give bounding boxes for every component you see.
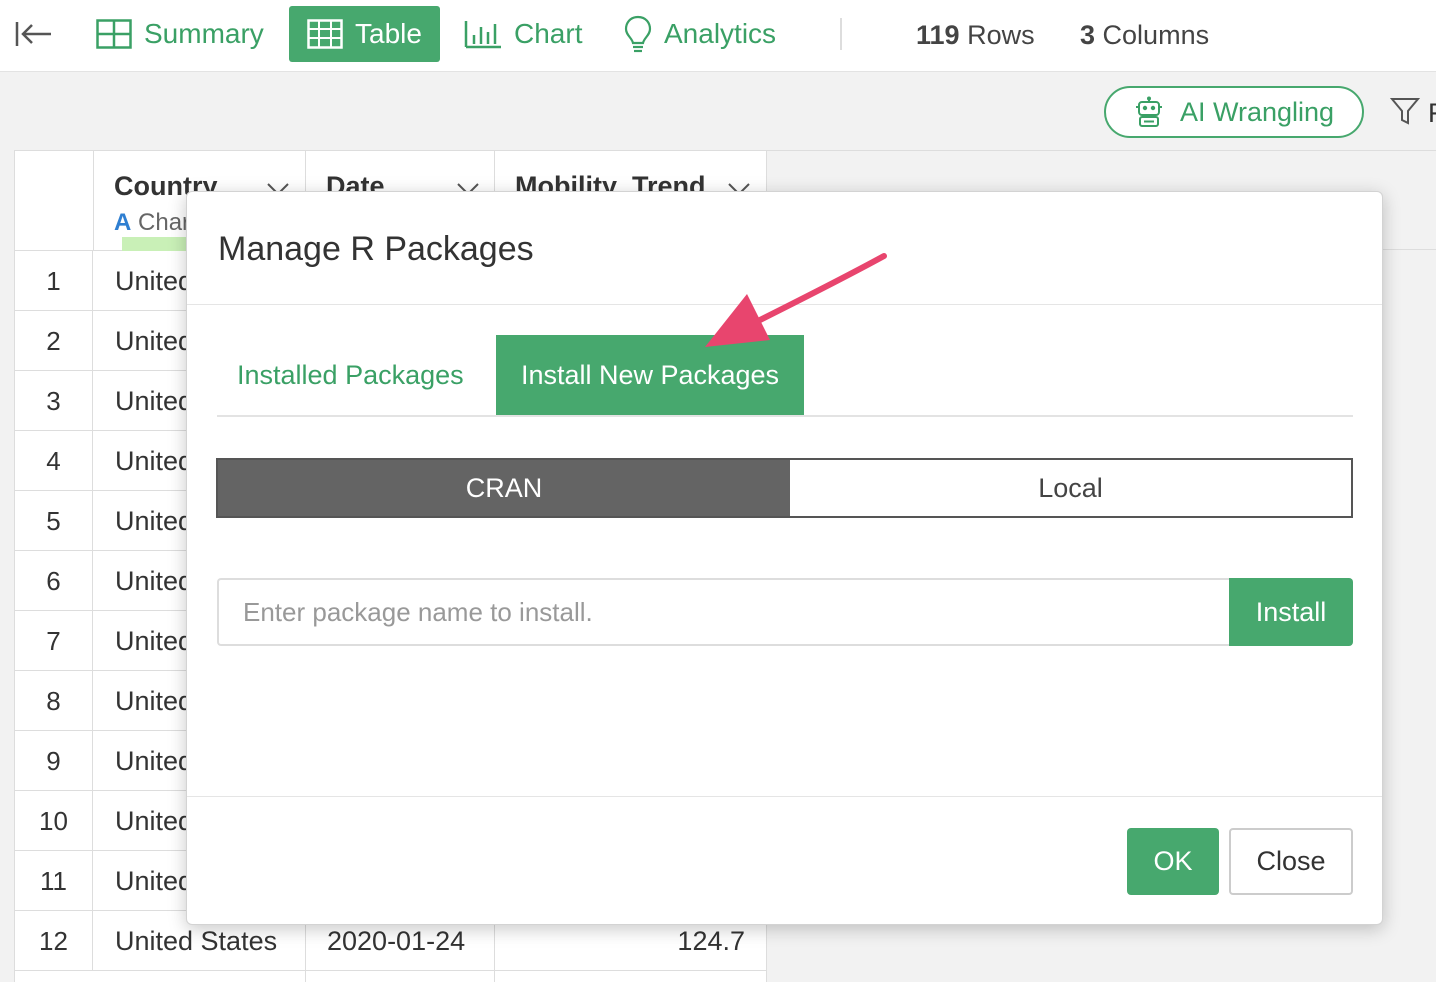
cell-country: United: [115, 686, 194, 716]
column-type-label: Char: [138, 209, 191, 236]
row-number: 8: [15, 671, 93, 731]
tab-analytics[interactable]: Analytics: [606, 6, 794, 62]
cell-country: United: [115, 446, 194, 476]
rows-count-label: Rows: [967, 20, 1035, 50]
cell-country: United: [115, 746, 194, 776]
row-number: 5: [15, 491, 93, 551]
tab-summary-label: Summary: [144, 18, 264, 49]
row-number-header: [15, 151, 94, 251]
tab-analytics-label: Analytics: [664, 18, 777, 49]
cell-country: United: [115, 806, 194, 836]
dialog-footer-divider: [187, 796, 1382, 797]
source-local-option[interactable]: Local: [790, 460, 1351, 516]
column-type: A Char: [114, 209, 190, 237]
row-number: 3: [15, 371, 93, 431]
row-number: 6: [15, 551, 93, 611]
manage-r-packages-dialog: Manage R Packages Installed Packages Ins…: [186, 191, 1383, 925]
dialog-header-divider: [187, 304, 1382, 305]
cell-country: United: [115, 266, 194, 296]
tab-table[interactable]: Table: [289, 6, 440, 62]
bar-chart-icon: [464, 21, 501, 49]
summary-grid-icon: [96, 19, 132, 49]
top-toolbar: Summary Table Chart Analytics 119 Rows 3…: [0, 0, 1436, 72]
filter-icon[interactable]: [1390, 96, 1420, 126]
rows-count-value: 119: [916, 20, 960, 50]
row-number: 12: [15, 911, 93, 971]
close-button[interactable]: Close: [1229, 828, 1353, 895]
row-number: 4: [15, 431, 93, 491]
row-number: 9: [15, 731, 93, 791]
ai-wrangling-button[interactable]: AI Wrangling: [1104, 86, 1364, 138]
columns-count-label: Columns: [1102, 20, 1210, 50]
table-icon: [307, 19, 343, 49]
source-cran-option[interactable]: CRAN: [218, 460, 790, 516]
row-number: 2: [15, 311, 93, 371]
cell-country: United: [115, 626, 194, 656]
tab-table-label: Table: [355, 18, 422, 49]
tab-install-new-packages[interactable]: Install New Packages: [496, 335, 804, 415]
tab-summary[interactable]: Summary: [78, 6, 282, 62]
package-source-toggle: CRAN Local: [216, 458, 1353, 518]
tab-chart[interactable]: Chart: [446, 6, 600, 62]
toolbar-divider: [840, 18, 842, 50]
ai-wrangling-label: AI Wrangling: [1179, 96, 1335, 127]
package-name-input[interactable]: [217, 578, 1230, 646]
robot-icon: [1135, 96, 1162, 127]
cell-country: United: [115, 566, 194, 596]
tab-installed-packages[interactable]: Installed Packages: [217, 335, 484, 415]
cell-country: United: [115, 386, 194, 416]
cell-country: United: [115, 506, 194, 536]
filter-label[interactable]: F: [1428, 98, 1436, 129]
install-button[interactable]: Install: [1229, 578, 1353, 646]
row-number: 7: [15, 611, 93, 671]
ok-button[interactable]: OK: [1127, 828, 1219, 895]
lightbulb-icon: [624, 15, 652, 53]
tabs-underline: [217, 415, 1353, 417]
character-type-icon: A: [114, 209, 132, 236]
cell-country: United: [115, 326, 194, 356]
row-number: 10: [15, 791, 93, 851]
columns-count-value: 3: [1080, 20, 1096, 50]
columns-count: 3 Columns: [1080, 20, 1209, 51]
cell-country: United: [115, 866, 194, 896]
row-number: 11: [15, 851, 93, 911]
tab-chart-label: Chart: [514, 18, 583, 49]
collapse-left-icon[interactable]: [14, 18, 54, 50]
row-number: 1: [15, 251, 93, 311]
dialog-title: Manage R Packages: [218, 230, 534, 268]
rows-count: 119 Rows: [916, 20, 1035, 51]
